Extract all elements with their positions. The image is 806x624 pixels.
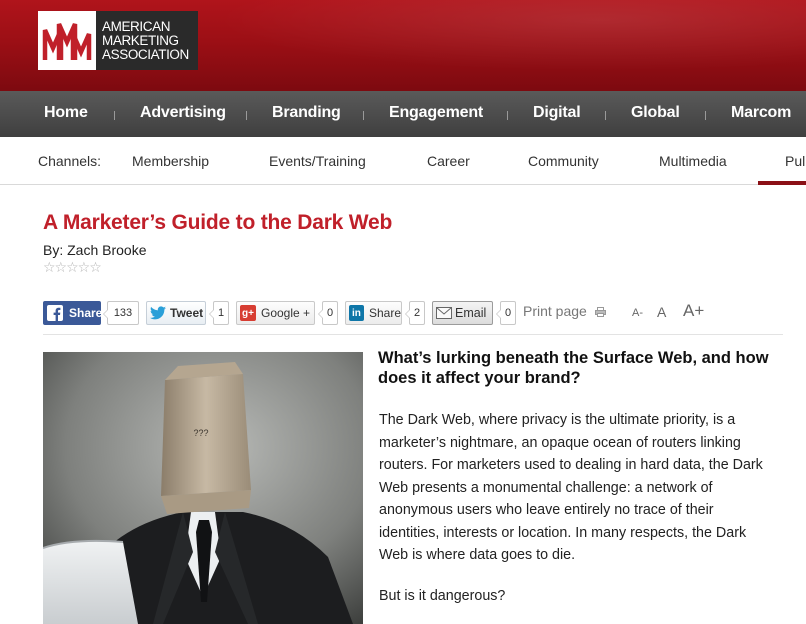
linkedin-share-count: 2 (405, 301, 425, 325)
google-plus-icon: g+ (240, 305, 256, 321)
tweet-button[interactable]: Tweet (146, 301, 206, 325)
nav-item-engagement[interactable]: Engagement (389, 91, 483, 137)
channel-publications[interactable]: Pul (785, 137, 805, 185)
share-bar: Share 133 Tweet 1 g+ Google + 0 in Share… (43, 301, 783, 325)
email-share-count: 0 (496, 301, 516, 325)
logo-line: Association (102, 46, 189, 62)
article-title: A Marketer’s Guide to the Dark Web (43, 211, 393, 234)
channel-community[interactable]: Community (528, 137, 599, 185)
ama-logo[interactable]: American Marketing Association (38, 11, 198, 70)
channels-label: Channels: (38, 153, 102, 169)
printer-icon (594, 304, 606, 320)
email-envelope-icon (436, 307, 452, 319)
facebook-share-count: 133 (103, 301, 139, 325)
facebook-icon (47, 305, 63, 321)
google-plus-button[interactable]: g+ Google + (236, 301, 315, 325)
channels-bar: Channels: Membership Events/Training Car… (0, 137, 806, 185)
nav-separator (507, 111, 508, 120)
article-hero-image: ??? (43, 352, 363, 624)
nav-item-branding[interactable]: Branding (272, 91, 341, 137)
twitter-bird-icon (150, 306, 166, 320)
font-size-small-button[interactable]: A- (632, 307, 643, 319)
main-nav: Home Advertising Branding Engagement Dig… (0, 91, 806, 137)
article-byline: By: Zach Brooke (43, 242, 147, 258)
email-share-label: Email (455, 306, 487, 320)
channel-multimedia[interactable]: Multimedia (659, 137, 727, 185)
nav-separator (246, 111, 247, 120)
logo-line: Marketing (102, 32, 179, 48)
channel-active-indicator (758, 181, 806, 185)
tweet-count: 1 (209, 301, 229, 325)
nav-item-home[interactable]: Home (44, 91, 88, 137)
nav-separator (114, 111, 115, 120)
nav-separator (705, 111, 706, 120)
article-paragraph: But is it dangerous? (379, 588, 506, 604)
print-page-link[interactable]: Print page (523, 303, 606, 320)
nav-item-marcom[interactable]: Marcom (731, 91, 791, 137)
nav-item-advertising[interactable]: Advertising (140, 91, 226, 137)
rating-stars[interactable]: ☆☆☆☆☆ (43, 259, 102, 276)
ama-logo-text: American Marketing Association (96, 18, 189, 62)
facebook-share-label: Share (69, 306, 103, 320)
channel-career[interactable]: Career (427, 137, 470, 185)
font-size-large-button[interactable]: A+ (683, 301, 704, 321)
font-size-normal-button[interactable]: A (657, 304, 666, 320)
article-subheading: What’s lurking beneath the Surface Web, … (378, 349, 769, 387)
header-swoosh (150, 0, 806, 80)
bag-question-marks: ??? (193, 428, 208, 438)
linkedin-share-button[interactable]: in Share (345, 301, 402, 325)
logo-line: American (102, 18, 171, 34)
nav-separator (363, 111, 364, 120)
channel-membership[interactable]: Membership (132, 137, 209, 185)
channel-events-training[interactable]: Events/Training (269, 137, 366, 185)
linkedin-icon: in (349, 305, 364, 321)
facebook-share-button[interactable]: Share (43, 301, 103, 325)
share-bar-divider (43, 334, 783, 335)
linkedin-share-label: Share (368, 306, 401, 320)
ama-logo-mark-icon (38, 11, 96, 70)
nav-item-digital[interactable]: Digital (533, 91, 581, 137)
article-paragraph: The Dark Web, where privacy is the ultim… (379, 412, 763, 563)
print-page-label: Print page (523, 303, 587, 319)
nav-separator (605, 111, 606, 120)
site-header: American Marketing Association (0, 0, 806, 91)
email-share-button[interactable]: Email (432, 301, 493, 325)
google-plus-count: 0 (318, 301, 338, 325)
nav-item-global[interactable]: Global (631, 91, 680, 137)
tweet-label: Tweet (170, 306, 204, 320)
google-plus-label: Google + (261, 306, 311, 320)
